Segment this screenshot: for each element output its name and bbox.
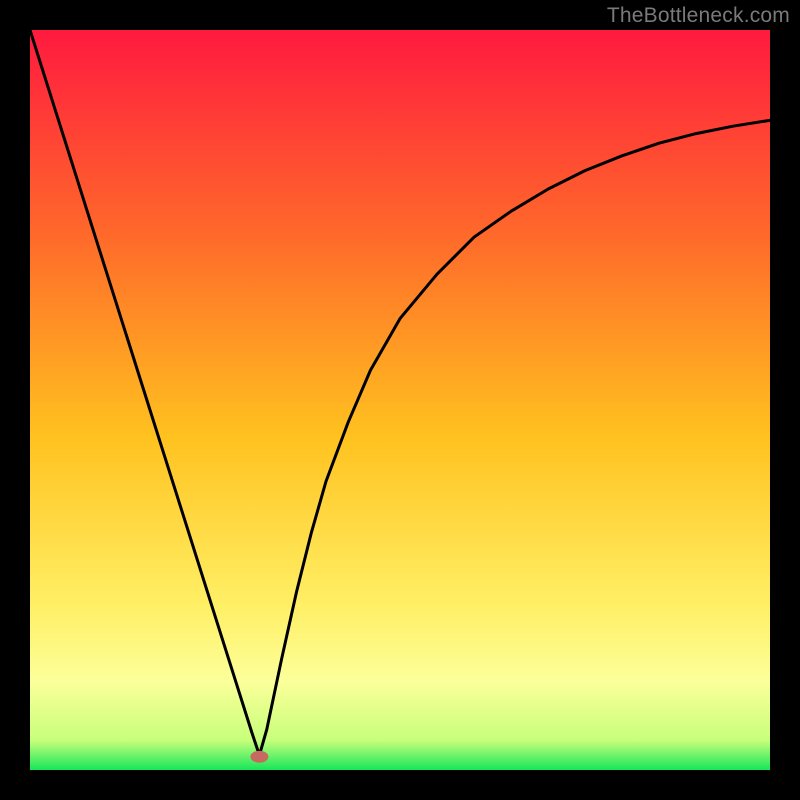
gradient-background xyxy=(30,30,770,770)
minimum-marker xyxy=(250,751,268,763)
bottleneck-chart xyxy=(30,30,770,770)
watermark-text: TheBottleneck.com xyxy=(607,4,790,28)
chart-frame: TheBottleneck.com xyxy=(0,0,800,800)
